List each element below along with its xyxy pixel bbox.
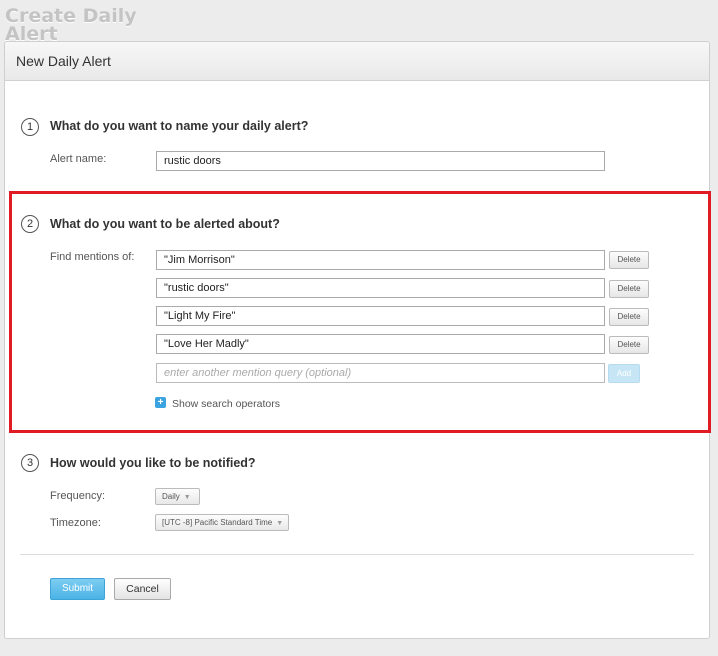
submit-button[interactable]: Submit bbox=[50, 578, 105, 600]
delete-query-button[interactable]: Delete bbox=[609, 336, 649, 354]
mention-query-input[interactable]: "Jim Morrison" bbox=[156, 250, 605, 270]
step-3-number: 3 bbox=[21, 454, 39, 472]
mention-query-input[interactable]: "Light My Fire" bbox=[156, 306, 605, 326]
step-3-question: How would you like to be notified? bbox=[50, 456, 256, 470]
mention-query-input[interactable]: "rustic doors" bbox=[156, 278, 605, 298]
delete-query-button[interactable]: Delete bbox=[609, 308, 649, 326]
mention-query-input[interactable]: "Love Her Madly" bbox=[156, 334, 605, 354]
step-2-number: 2 bbox=[21, 215, 39, 233]
step-1-number: 1 bbox=[21, 118, 39, 136]
show-search-operators-link[interactable]: Show search operators bbox=[172, 398, 280, 410]
chevron-down-icon: ▼ bbox=[183, 494, 191, 501]
frequency-label: Frequency: bbox=[50, 490, 106, 502]
step-2-question: What do you want to be alerted about? bbox=[50, 217, 280, 231]
page-title: Create Daily Alert bbox=[5, 5, 137, 45]
add-query-button[interactable]: Add bbox=[608, 364, 640, 383]
frequency-value: Daily bbox=[162, 492, 180, 501]
delete-query-button[interactable]: Delete bbox=[609, 280, 649, 298]
plus-icon[interactable]: + bbox=[155, 397, 166, 408]
alert-name-input[interactable]: rustic doors bbox=[156, 151, 605, 171]
step-1-question: What do you want to name your daily aler… bbox=[50, 119, 309, 133]
timezone-value: [UTC -8] Pacific Standard Time bbox=[162, 518, 273, 527]
cancel-button[interactable]: Cancel bbox=[114, 578, 171, 600]
chevron-down-icon: ▼ bbox=[276, 520, 284, 527]
frequency-select[interactable]: Daily ▼ bbox=[155, 488, 200, 505]
timezone-label: Timezone: bbox=[50, 517, 101, 529]
divider bbox=[20, 554, 694, 555]
timezone-select[interactable]: [UTC -8] Pacific Standard Time ▼ bbox=[155, 514, 289, 531]
mentions-label: Find mentions of: bbox=[50, 251, 135, 263]
panel-header: New Daily Alert bbox=[5, 42, 709, 81]
delete-query-button[interactable]: Delete bbox=[609, 251, 649, 269]
new-mention-input[interactable]: enter another mention query (optional) bbox=[156, 363, 605, 383]
alert-name-label: Alert name: bbox=[50, 153, 107, 165]
